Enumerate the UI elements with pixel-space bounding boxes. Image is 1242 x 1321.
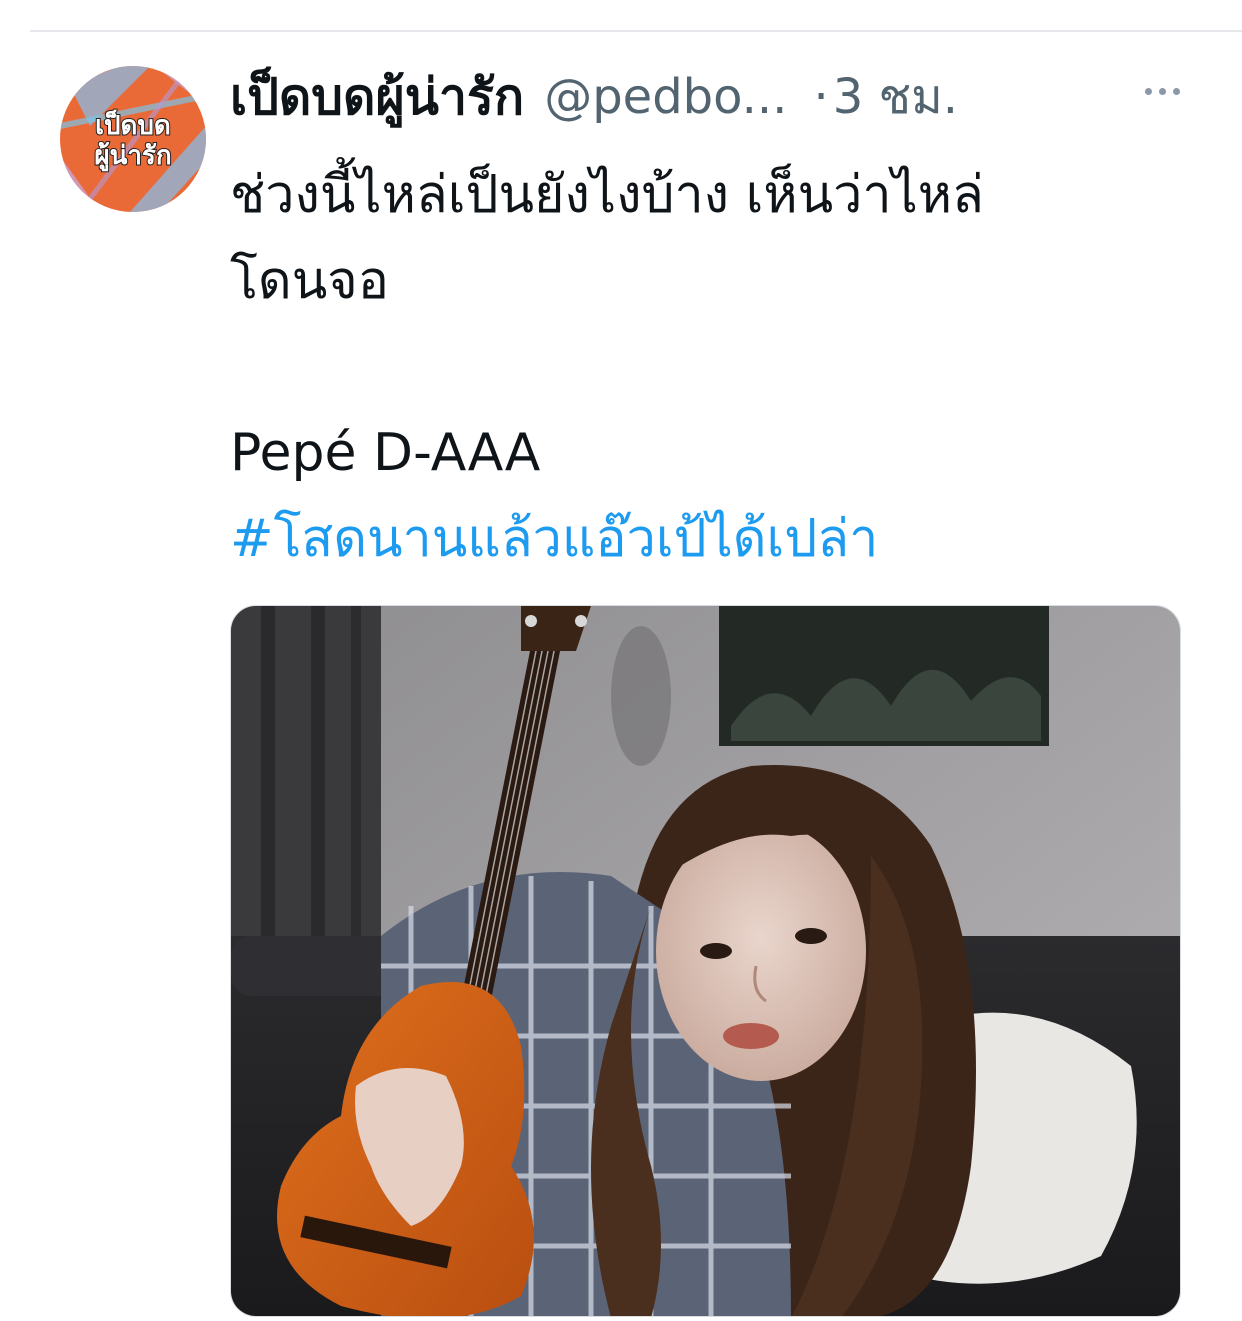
timestamp[interactable]: 3 ชม. bbox=[833, 59, 958, 135]
avatar[interactable]: เป็ดบด ผู้น่ารัก bbox=[60, 66, 206, 212]
tweet-photo bbox=[231, 606, 1180, 1316]
tweet-media[interactable] bbox=[230, 605, 1181, 1317]
hashtag-link[interactable]: #โสดนานแล้วแอ๊วเป้ได้เปล่า bbox=[230, 496, 1190, 582]
avatar-image: เป็ดบด ผู้น่ารัก bbox=[60, 66, 206, 212]
more-dot bbox=[1173, 88, 1180, 95]
avatar-text-bottom: ผู้น่ารัก bbox=[94, 141, 171, 172]
tweet-text: ช่วงนี้ไหล่เป็นยังไงบ้าง เห็นว่าไหล่ โดน… bbox=[230, 152, 1190, 582]
tweet-text-line: โดนจอ bbox=[230, 251, 389, 311]
tweet-header: เป็ดบดผู้น่ารัก @pedbo... · 3 ชม. bbox=[230, 62, 1190, 132]
tweet-text-line: Pepé D-AAA bbox=[230, 423, 541, 483]
user-handle[interactable]: @pedbo... bbox=[544, 69, 787, 125]
avatar-text-top: เป็ดบด bbox=[95, 109, 171, 141]
more-dot bbox=[1145, 88, 1152, 95]
top-divider bbox=[30, 30, 1242, 32]
more-dot bbox=[1159, 88, 1166, 95]
more-horizontal-icon[interactable] bbox=[1145, 88, 1180, 95]
display-name[interactable]: เป็ดบดผู้น่ารัก bbox=[230, 58, 524, 137]
tweet-text-line: ช่วงนี้ไหล่เป็นยังไงบ้าง เห็นว่าไหล่ bbox=[230, 165, 984, 225]
separator: · bbox=[813, 69, 829, 125]
